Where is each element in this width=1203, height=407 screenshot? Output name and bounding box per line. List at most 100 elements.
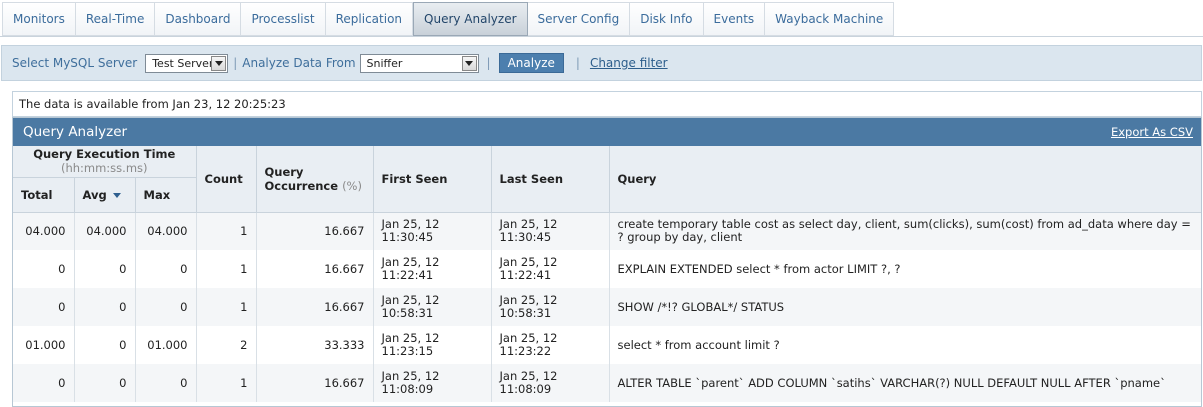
last-seen-time: 11:08:09: [499, 382, 552, 396]
server-select-label: Select MySQL Server: [12, 56, 138, 70]
analyze-button[interactable]: Analyze: [498, 53, 564, 73]
tab-disk-info[interactable]: Disk Info: [630, 3, 704, 35]
header-query[interactable]: Query: [609, 146, 1201, 213]
change-filter-link[interactable]: Change filter: [590, 56, 668, 70]
count-cell: 1: [196, 250, 257, 288]
panel-title: Query Analyzer: [23, 124, 128, 140]
data-availability-notice: The data is available from Jan 23, 12 20…: [12, 91, 1202, 117]
max-cell: 0: [135, 364, 197, 402]
query-cell: select * from account limit ?: [609, 326, 1201, 364]
occurrence-cell: 16.667: [256, 211, 374, 250]
count-cell: 1: [196, 211, 257, 250]
count-cell: 2: [196, 326, 257, 364]
header-occurrence[interactable]: Query Occurrence (%): [256, 146, 374, 213]
header-count[interactable]: Count: [196, 146, 257, 213]
header-avg-label: Avg: [82, 187, 107, 202]
separator: |: [575, 56, 580, 70]
tab-events[interactable]: Events: [703, 3, 766, 35]
occurrence-cell: 16.667: [256, 288, 374, 326]
header-execution-time: Query Execution Time (hh:mm:ss.ms): [13, 146, 197, 178]
first-seen-cell: Jan 25, 12 10:58:31: [373, 288, 492, 326]
data-availability-text: The data is available from Jan 23, 12 20…: [19, 97, 286, 111]
last-seen-cell: Jan 25, 12 11:23:22: [491, 326, 610, 364]
chevron-down-icon[interactable]: [461, 55, 477, 71]
total-cell: 0: [13, 364, 75, 402]
query-cell: ALTER TABLE `parent` ADD COLUMN `satihs`…: [609, 364, 1201, 402]
table-row[interactable]: 01.000 0 01.000 2 33.333 Jan 25, 12 11:23:15 Ja…: [13, 326, 1201, 364]
header-occurrence-label: Query Occurrence: [264, 164, 339, 193]
last-seen-time: 11:30:45: [499, 230, 552, 245]
first-seen-cell: Jan 25, 12 11:23:15: [373, 326, 492, 364]
header-first-seen[interactable]: First Seen: [373, 146, 492, 213]
source-select-value: Sniffer: [366, 56, 403, 70]
query-cell: SHOW /*!? GLOBAL*/ STATUS: [609, 288, 1201, 326]
max-cell: 0: [135, 288, 197, 326]
query-cell: create temporary table cost as select da…: [609, 211, 1201, 250]
table-row[interactable]: 04.000 04.000 04.000 1 16.667 Jan 25, 12 11:30…: [13, 211, 1201, 250]
separator: |: [233, 56, 238, 70]
tab-wayback-machine[interactable]: Wayback Machine: [765, 3, 895, 35]
occurrence-cell: 33.333: [256, 326, 374, 364]
table-row[interactable]: 0 0 0 1 16.667 Jan 25, 12 11:08:09 Jan 25, 12 11…: [13, 364, 1201, 402]
filter-bar: Select MySQL Server Test Server | Analyz…: [1, 45, 1202, 81]
first-seen-time: 11:22:41: [381, 268, 434, 282]
table-row[interactable]: 0 0 0 1 16.667 Jan 25, 12 11:22:41 Jan 25, 12 11…: [13, 250, 1201, 288]
last-seen-cell: Jan 25, 12 10:58:31: [491, 288, 610, 326]
last-seen-cell: Jan 25, 12 11:30:45: [491, 211, 610, 250]
tab-server-config[interactable]: Server Config: [527, 3, 631, 35]
total-cell: 0: [13, 288, 75, 326]
tab-query-analyzer[interactable]: Query Analyzer: [413, 2, 528, 36]
first-seen-cell: Jan 25, 12 11:08:09: [373, 364, 492, 402]
tab-processlist[interactable]: Processlist: [241, 3, 326, 35]
export-csv-link[interactable]: Export As CSV: [1111, 125, 1193, 139]
total-cell: 0: [13, 250, 75, 288]
header-avg[interactable]: Avg: [74, 177, 136, 213]
server-select-value: Test Server: [152, 56, 214, 70]
source-select-label: Analyze Data From: [242, 56, 356, 70]
max-cell: 04.000: [135, 211, 197, 250]
top-navigation: Monitors Real-Time Dashboard Processlist…: [0, 0, 1203, 37]
avg-cell: 0: [74, 326, 136, 364]
first-seen-time: 11:08:09: [381, 382, 434, 396]
avg-cell: 0: [74, 288, 136, 326]
occurrence-cell: 16.667: [256, 250, 374, 288]
last-seen-time: 10:58:31: [499, 306, 552, 320]
count-cell: 1: [196, 288, 257, 326]
total-cell: 01.000: [13, 326, 75, 364]
last-seen-time: 11:22:41: [499, 268, 552, 282]
source-select[interactable]: Sniffer: [359, 53, 479, 73]
header-last-seen[interactable]: Last Seen: [491, 146, 610, 213]
max-cell: 01.000: [135, 326, 197, 364]
header-max[interactable]: Max: [135, 177, 197, 213]
last-seen-cell: Jan 25, 12 11:22:41: [491, 250, 610, 288]
tab-replication[interactable]: Replication: [325, 3, 414, 35]
panel-header: Query Analyzer Export As CSV: [13, 118, 1201, 146]
nav-tab-strip: Monitors Real-Time Dashboard Processlist…: [2, 2, 895, 36]
server-select[interactable]: Test Server: [145, 53, 229, 73]
avg-cell: 04.000: [74, 211, 136, 250]
avg-cell: 0: [74, 364, 136, 402]
query-table: Query Execution Time (hh:mm:ss.ms) Count…: [13, 146, 1201, 402]
max-cell: 0: [135, 250, 197, 288]
query-cell: EXPLAIN EXTENDED select * from actor LIM…: [609, 250, 1201, 288]
tab-dashboard[interactable]: Dashboard: [155, 3, 242, 35]
count-cell: 1: [196, 364, 257, 402]
first-seen-cell: Jan 25, 12 11:22:41: [373, 250, 492, 288]
header-execution-time-unit: (hh:mm:ss.ms): [60, 161, 148, 176]
first-seen-time: 11:23:15: [381, 344, 434, 358]
tab-real-time[interactable]: Real-Time: [75, 3, 156, 35]
query-analyzer-panel: Query Analyzer Export As CSV Query Execu…: [12, 117, 1202, 407]
sort-descending-icon: [112, 192, 121, 198]
total-cell: 04.000: [13, 211, 75, 250]
last-seen-time: 11:23:22: [499, 344, 552, 358]
tab-monitors[interactable]: Monitors: [3, 3, 76, 35]
header-total[interactable]: Total: [13, 177, 75, 213]
first-seen-time: 11:30:45: [381, 230, 434, 245]
chevron-down-icon[interactable]: [211, 55, 227, 71]
last-seen-cell: Jan 25, 12 11:08:09: [491, 364, 610, 402]
table-row[interactable]: 0 0 0 1 16.667 Jan 25, 12 10:58:31 Jan 25, 12 10…: [13, 288, 1201, 326]
header-execution-time-label: Query Execution Time: [33, 147, 176, 162]
first-seen-time: 10:58:31: [381, 306, 434, 320]
avg-cell: 0: [74, 250, 136, 288]
occurrence-cell: 16.667: [256, 364, 374, 402]
